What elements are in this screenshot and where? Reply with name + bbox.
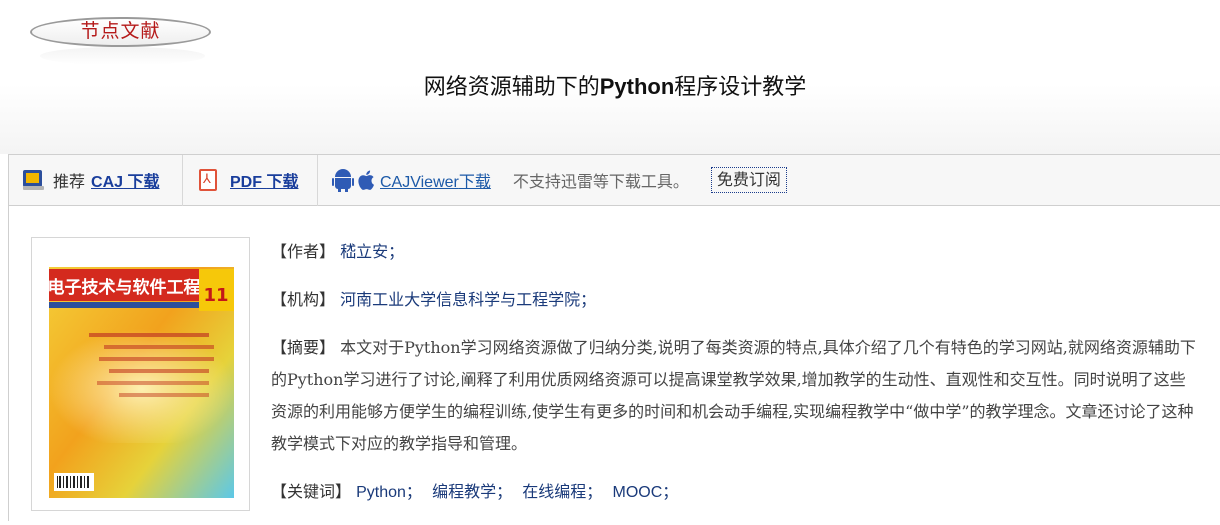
pdf-link-cn[interactable]: 下载 <box>266 172 298 191</box>
badge-label: 节点文献 <box>80 20 161 42</box>
keyword-link[interactable]: Python； <box>356 484 422 501</box>
keyword-link[interactable]: MOOC； <box>612 484 678 501</box>
pdf-link-en[interactable]: PDF <box>230 174 262 191</box>
pdf-file-icon: ⅄ <box>199 168 219 192</box>
recommend-label: 推荐 <box>53 172 86 191</box>
title-prefix: 网络资源辅助下的 <box>423 75 600 100</box>
caj-book-icon <box>23 169 44 191</box>
journal-cover-image[interactable]: 电子技术与软件工程 11 <box>31 237 250 511</box>
caj-download-link[interactable]: CAJ 下载 <box>91 168 159 192</box>
node-literature-badge: 节点文献 <box>30 13 213 65</box>
article-content: 电子技术与软件工程 11 【作者】 嵇立安； 【机构】 河南工业大学信息科学与工… <box>8 206 1220 521</box>
abstract-text: 本文对于Python学习网络资源做了归纳分类,说明了每类资源的特点,具体介绍了几… <box>271 338 1196 453</box>
keywords-label: 【关键词】 <box>271 482 352 501</box>
keyword-link[interactable]: 在线编程； <box>522 482 602 501</box>
cover-journal-name: 电子技术与软件工程 <box>49 277 201 298</box>
download-toolbar: 推荐 CAJ 下载 ⅄ PDF 下载 CAJViewer下载 不支持迅雷等下载工… <box>8 154 1220 206</box>
cover-issue-number: 11 <box>203 285 228 306</box>
caj-link-en[interactable]: CAJ <box>91 174 123 191</box>
pdf-download-link[interactable]: PDF 下载 <box>230 168 298 192</box>
cajviewer-download-link[interactable]: CAJViewer下载 <box>380 168 491 192</box>
article-title: 网络资源辅助下的Python程序设计教学 <box>0 72 1220 103</box>
abstract-row: 【摘要】 本文对于Python学习网络资源做了归纳分类,说明了每类资源的特点,具… <box>271 332 1201 460</box>
organization-row: 【机构】 河南工业大学信息科学与工程学院； <box>271 284 1201 316</box>
viewer-link-cn[interactable]: 下载 <box>459 172 491 191</box>
title-python: Python <box>599 74 675 99</box>
caj-link-cn[interactable]: 下载 <box>127 172 159 191</box>
keyword-link[interactable]: 编程教学； <box>432 482 512 501</box>
keywords-row: 【关键词】 Python； 编程教学； 在线编程； MOOC； <box>271 476 1201 509</box>
viewer-link-en[interactable]: CAJViewer <box>380 174 459 191</box>
free-subscribe-button[interactable]: 免费订阅 <box>710 167 787 193</box>
journal-cover-art: 电子技术与软件工程 11 <box>49 253 234 498</box>
badge-reflection <box>40 47 205 65</box>
article-info: 【作者】 嵇立安； 【机构】 河南工业大学信息科学与工程学院； 【摘要】 本文对… <box>271 236 1201 525</box>
pdf-download-group: ⅄ PDF 下载 <box>183 155 317 205</box>
apple-icon <box>358 170 374 190</box>
title-suffix: 程序设计教学 <box>674 75 807 100</box>
organization-label: 【机构】 <box>271 290 336 309</box>
organization-link[interactable]: 河南工业大学信息科学与工程学院； <box>340 290 596 309</box>
caj-download-group: 推荐 CAJ 下载 <box>9 155 182 205</box>
author-link[interactable]: 嵇立安； <box>340 242 404 261</box>
author-label: 【作者】 <box>271 242 336 261</box>
abstract-label: 【摘要】 <box>271 338 336 357</box>
android-icon <box>332 168 354 192</box>
author-row: 【作者】 嵇立安； <box>271 236 1201 268</box>
page-header: 节点文献 网络资源辅助下的Python程序设计教学 <box>0 0 1220 154</box>
viewer-download-group: CAJViewer下载 不支持迅雷等下载工具。 免费订阅 <box>318 155 787 205</box>
download-tool-notice: 不支持迅雷等下载工具。 <box>512 172 689 191</box>
